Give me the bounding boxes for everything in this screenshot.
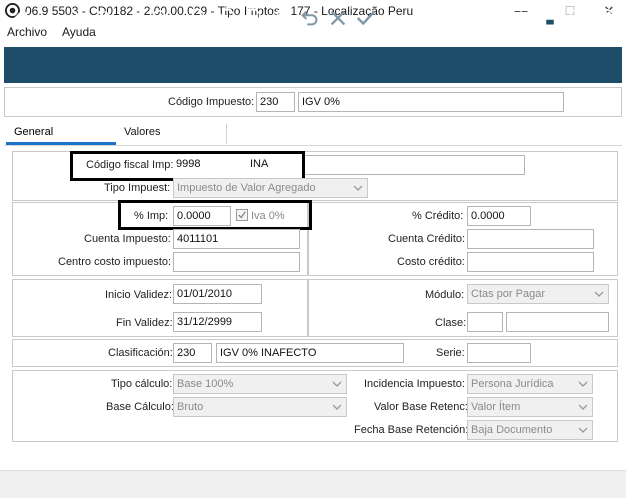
next-record-icon[interactable] — [63, 3, 91, 33]
toolbar — [4, 47, 622, 83]
chevron-down-icon — [578, 427, 588, 433]
codigo-impuesto-field[interactable]: 230 — [256, 92, 295, 112]
incidencia-select[interactable]: Persona Jurídica — [467, 374, 593, 394]
serie-field[interactable] — [467, 343, 531, 363]
chevron-down-icon — [332, 381, 342, 387]
tab-bar-line — [4, 145, 622, 146]
tipo-impuest-label: Tipo Impuest: — [104, 182, 171, 194]
pct-credito-label: % Crédito: — [412, 210, 464, 222]
costo-credito-label: Costo crédito: — [397, 256, 465, 268]
highlight-box-pct-imp — [118, 200, 312, 230]
confirm-icon[interactable] — [352, 3, 380, 33]
base-calculo-value: Bruto — [177, 401, 204, 413]
new-document-icon[interactable] — [184, 3, 212, 33]
clasificacion-description: IGV 0% INAFECTO — [216, 343, 404, 363]
tipo-calculo-select[interactable]: Base 100% — [173, 374, 347, 394]
last-record-icon[interactable] — [91, 3, 119, 33]
codigo-impuesto-label: Código Impuesto: — [168, 96, 255, 108]
first-record-icon[interactable] — [8, 3, 36, 33]
tab-valores[interactable]: Valores — [116, 126, 168, 138]
delete-icon[interactable] — [268, 3, 296, 33]
incidencia-label: Incidencia Impuesto: — [364, 378, 465, 390]
highlight-box-codigo-fiscal — [70, 151, 305, 181]
undo-icon[interactable] — [296, 3, 324, 33]
codigo-fiscal-extra-field — [303, 155, 525, 175]
serie-label: Serie: — [436, 347, 465, 359]
chevron-down-icon — [594, 291, 604, 297]
help-icon[interactable] — [592, 3, 620, 33]
clase-field[interactable] — [467, 312, 503, 332]
cuenta-impuesto-field[interactable]: 4011101 — [173, 229, 300, 249]
valor-base-value: Valor Ítem — [471, 401, 521, 413]
chevron-down-icon — [578, 404, 588, 410]
fecha-base-select[interactable]: Baja Documento — [467, 420, 593, 440]
modulo-select[interactable]: Ctas por Pagar — [467, 284, 609, 304]
base-calculo-select[interactable]: Bruto — [173, 397, 347, 417]
valor-base-select[interactable]: Valor Ítem — [467, 397, 593, 417]
clase-description — [506, 312, 609, 332]
cuenta-impuesto-label: Cuenta Impuesto: — [84, 233, 171, 245]
inicio-validez-label: Inicio Validez: — [105, 289, 173, 301]
return-icon[interactable] — [119, 3, 147, 33]
edit-document-icon[interactable] — [240, 3, 268, 33]
tipo-calculo-value: Base 100% — [177, 378, 234, 390]
fecha-base-label: Fecha Base Retención: — [354, 424, 469, 436]
incidencia-value: Persona Jurídica — [471, 378, 554, 390]
pct-credito-field[interactable]: 0.0000 — [467, 206, 531, 226]
tipo-impuest-select[interactable]: Impuesto de Valor Agregado — [173, 178, 368, 198]
codigo-impuesto-description: IGV 0% — [298, 92, 564, 112]
clasificacion-field[interactable]: 230 — [173, 343, 212, 363]
clase-label: Clase: — [435, 317, 467, 329]
tree-structure-icon[interactable] — [508, 3, 536, 33]
modulo-value: Ctas por Pagar — [471, 288, 545, 300]
status-bar — [0, 470, 626, 498]
exit-icon[interactable] — [564, 3, 592, 33]
centro-costo-label: Centro costo impuesto: — [58, 256, 172, 268]
print-icon[interactable] — [536, 3, 564, 33]
cancel-icon[interactable] — [324, 3, 352, 33]
chevron-down-icon — [578, 381, 588, 387]
cuenta-credito-field[interactable] — [467, 229, 594, 249]
chevron-down-icon — [353, 185, 363, 191]
valor-base-label: Valor Base Retenc: — [374, 401, 468, 413]
inicio-validez-field[interactable]: 01/01/2010 — [173, 284, 262, 304]
tab-divider — [226, 124, 227, 144]
fin-validez-field[interactable]: 31/12/2999 — [173, 312, 262, 332]
previous-record-icon[interactable] — [36, 3, 64, 33]
centro-costo-field[interactable] — [173, 252, 300, 272]
cuenta-credito-label: Cuenta Crédito: — [388, 233, 466, 245]
search-icon[interactable] — [147, 3, 175, 33]
copy-document-icon[interactable] — [212, 3, 240, 33]
base-calculo-label: Base Cálculo: — [106, 401, 174, 413]
tab-general[interactable]: General — [6, 126, 61, 138]
costo-credito-field[interactable] — [467, 252, 594, 272]
fecha-base-value: Baja Documento — [471, 424, 553, 436]
chevron-down-icon — [332, 404, 342, 410]
modulo-label: Módulo: — [425, 289, 465, 301]
clasificacion-label: Clasificación: — [108, 347, 173, 359]
tipo-impuest-value: Impuesto de Valor Agregado — [177, 182, 316, 194]
fin-validez-label: Fin Validez: — [116, 317, 173, 329]
tipo-calculo-label: Tipo cálculo: — [111, 378, 173, 390]
